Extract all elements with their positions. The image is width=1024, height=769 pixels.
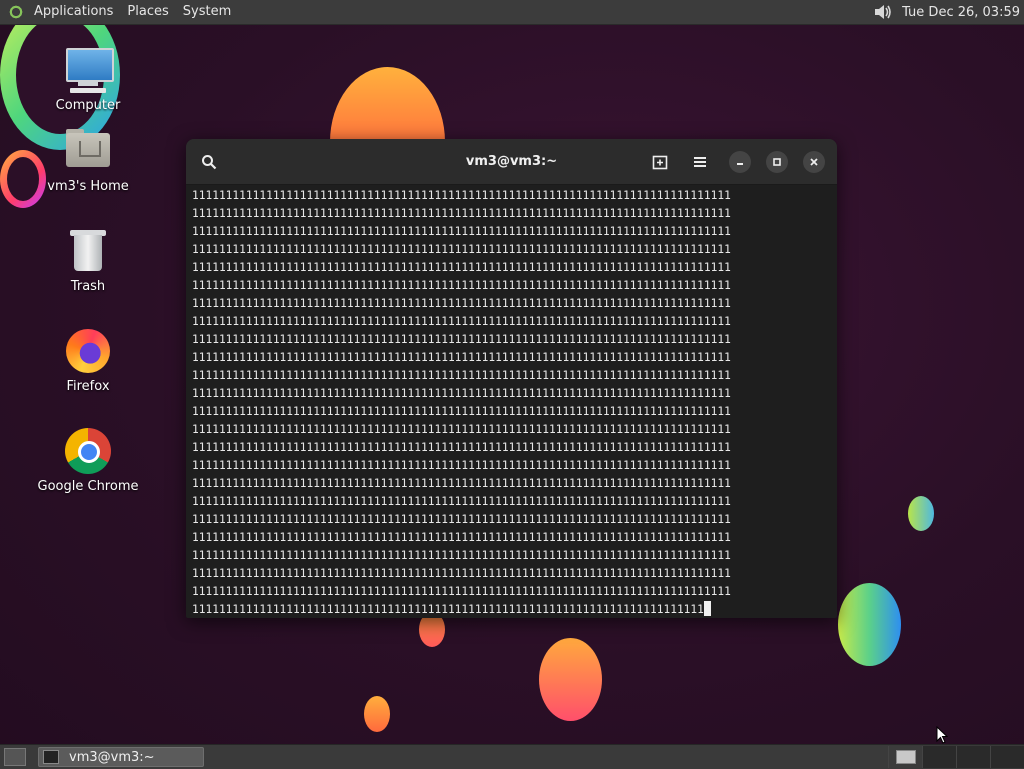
terminal-line: 1111111111111111111111111111111111111111… bbox=[192, 261, 731, 274]
terminal-line: 1111111111111111111111111111111111111111… bbox=[192, 225, 731, 238]
clock[interactable]: Tue Dec 26, 03:59 bbox=[902, 5, 1024, 20]
new-tab-icon[interactable] bbox=[649, 151, 671, 173]
mouse-pointer-icon bbox=[936, 725, 949, 748]
terminal-icon bbox=[43, 750, 59, 764]
workspace-1[interactable] bbox=[888, 746, 922, 768]
text-cursor bbox=[703, 601, 711, 616]
terminal-line: 1111111111111111111111111111111111111111… bbox=[192, 207, 731, 220]
home-folder-icon bbox=[64, 127, 112, 175]
volume-icon[interactable] bbox=[872, 2, 894, 22]
trash-icon bbox=[64, 227, 112, 275]
menu-system[interactable]: System bbox=[176, 0, 238, 24]
terminal-line: 1111111111111111111111111111111111111111… bbox=[192, 351, 731, 364]
terminal-line: 1111111111111111111111111111111111111111… bbox=[192, 495, 731, 508]
terminal-output[interactable]: 1111111111111111111111111111111111111111… bbox=[192, 187, 831, 616]
terminal-line: 1111111111111111111111111111111111111111… bbox=[192, 585, 731, 598]
terminal-line: 1111111111111111111111111111111111111111… bbox=[192, 315, 731, 328]
minimize-icon[interactable] bbox=[729, 151, 751, 173]
workspace-4[interactable] bbox=[990, 746, 1024, 768]
terminal-line: 1111111111111111111111111111111111111111… bbox=[192, 441, 731, 454]
terminal-line: 1111111111111111111111111111111111111111… bbox=[192, 423, 731, 436]
terminal-line: 1111111111111111111111111111111111111111… bbox=[192, 549, 731, 562]
wallpaper-shape bbox=[908, 496, 934, 531]
workspace-2[interactable] bbox=[922, 746, 956, 768]
bottom-panel: vm3@vm3:~ bbox=[0, 744, 1024, 769]
terminal-line: 1111111111111111111111111111111111111111… bbox=[192, 333, 731, 346]
search-icon[interactable] bbox=[198, 151, 220, 173]
terminal-line: 1111111111111111111111111111111111111111… bbox=[192, 477, 731, 490]
terminal-window[interactable]: vm3@vm3:~ 111111111111111111111111111111… bbox=[186, 139, 837, 618]
terminal-titlebar[interactable]: vm3@vm3:~ bbox=[186, 139, 837, 185]
desktop-icon-trash[interactable]: Trash bbox=[33, 227, 143, 294]
wallpaper-shape bbox=[838, 583, 901, 666]
terminal-line: 1111111111111111111111111111111111111111… bbox=[192, 243, 731, 256]
terminal-line: 1111111111111111111111111111111111111111… bbox=[192, 567, 731, 580]
terminal-line: 1111111111111111111111111111111111111111… bbox=[192, 189, 731, 202]
workspace-switcher[interactable] bbox=[888, 746, 1024, 768]
firefox-icon bbox=[64, 327, 112, 375]
taskbar-window-button[interactable]: vm3@vm3:~ bbox=[38, 747, 204, 767]
show-desktop-icon[interactable] bbox=[4, 748, 26, 766]
desktop-icon-label: vm3's Home bbox=[47, 179, 129, 194]
workspace-3[interactable] bbox=[956, 746, 990, 768]
hamburger-menu-icon[interactable] bbox=[689, 151, 711, 173]
terminal-line: 1111111111111111111111111111111111111111… bbox=[192, 405, 731, 418]
taskbar-window-label: vm3@vm3:~ bbox=[69, 749, 155, 765]
applications-logo-icon[interactable] bbox=[8, 4, 24, 20]
top-panel: Applications Places System Tue Dec 26, 0… bbox=[0, 0, 1024, 25]
wallpaper-shape bbox=[539, 638, 602, 721]
desktop-icon-firefox[interactable]: Firefox bbox=[33, 327, 143, 394]
terminal-line: 1111111111111111111111111111111111111111… bbox=[192, 601, 831, 616]
desktop-icon-chrome[interactable]: Google Chrome bbox=[33, 427, 143, 494]
panel-tray: Tue Dec 26, 03:59 bbox=[872, 2, 1024, 22]
desktop-icon-computer[interactable]: Computer bbox=[33, 46, 143, 113]
terminal-line: 1111111111111111111111111111111111111111… bbox=[192, 279, 731, 292]
terminal-line: 1111111111111111111111111111111111111111… bbox=[192, 387, 731, 400]
wallpaper-shape bbox=[364, 696, 390, 732]
terminal-line: 1111111111111111111111111111111111111111… bbox=[192, 369, 731, 382]
desktop-icon-label: Google Chrome bbox=[37, 479, 139, 494]
terminal-line: 1111111111111111111111111111111111111111… bbox=[192, 531, 731, 544]
desktop-icon-label: Computer bbox=[55, 98, 121, 113]
desktop-icon-home[interactable]: vm3's Home bbox=[33, 127, 143, 194]
menu-applications[interactable]: Applications bbox=[27, 0, 120, 24]
computer-icon bbox=[64, 46, 114, 94]
maximize-icon[interactable] bbox=[766, 151, 788, 173]
desktop-icon-label: Trash bbox=[70, 279, 106, 294]
desktop-icon-label: Firefox bbox=[66, 379, 110, 394]
terminal-line: 1111111111111111111111111111111111111111… bbox=[192, 459, 731, 472]
chrome-icon bbox=[64, 427, 112, 475]
terminal-line: 1111111111111111111111111111111111111111… bbox=[192, 297, 731, 310]
terminal-line: 1111111111111111111111111111111111111111… bbox=[192, 513, 731, 526]
close-icon[interactable] bbox=[803, 151, 825, 173]
menu-places[interactable]: Places bbox=[120, 0, 175, 24]
